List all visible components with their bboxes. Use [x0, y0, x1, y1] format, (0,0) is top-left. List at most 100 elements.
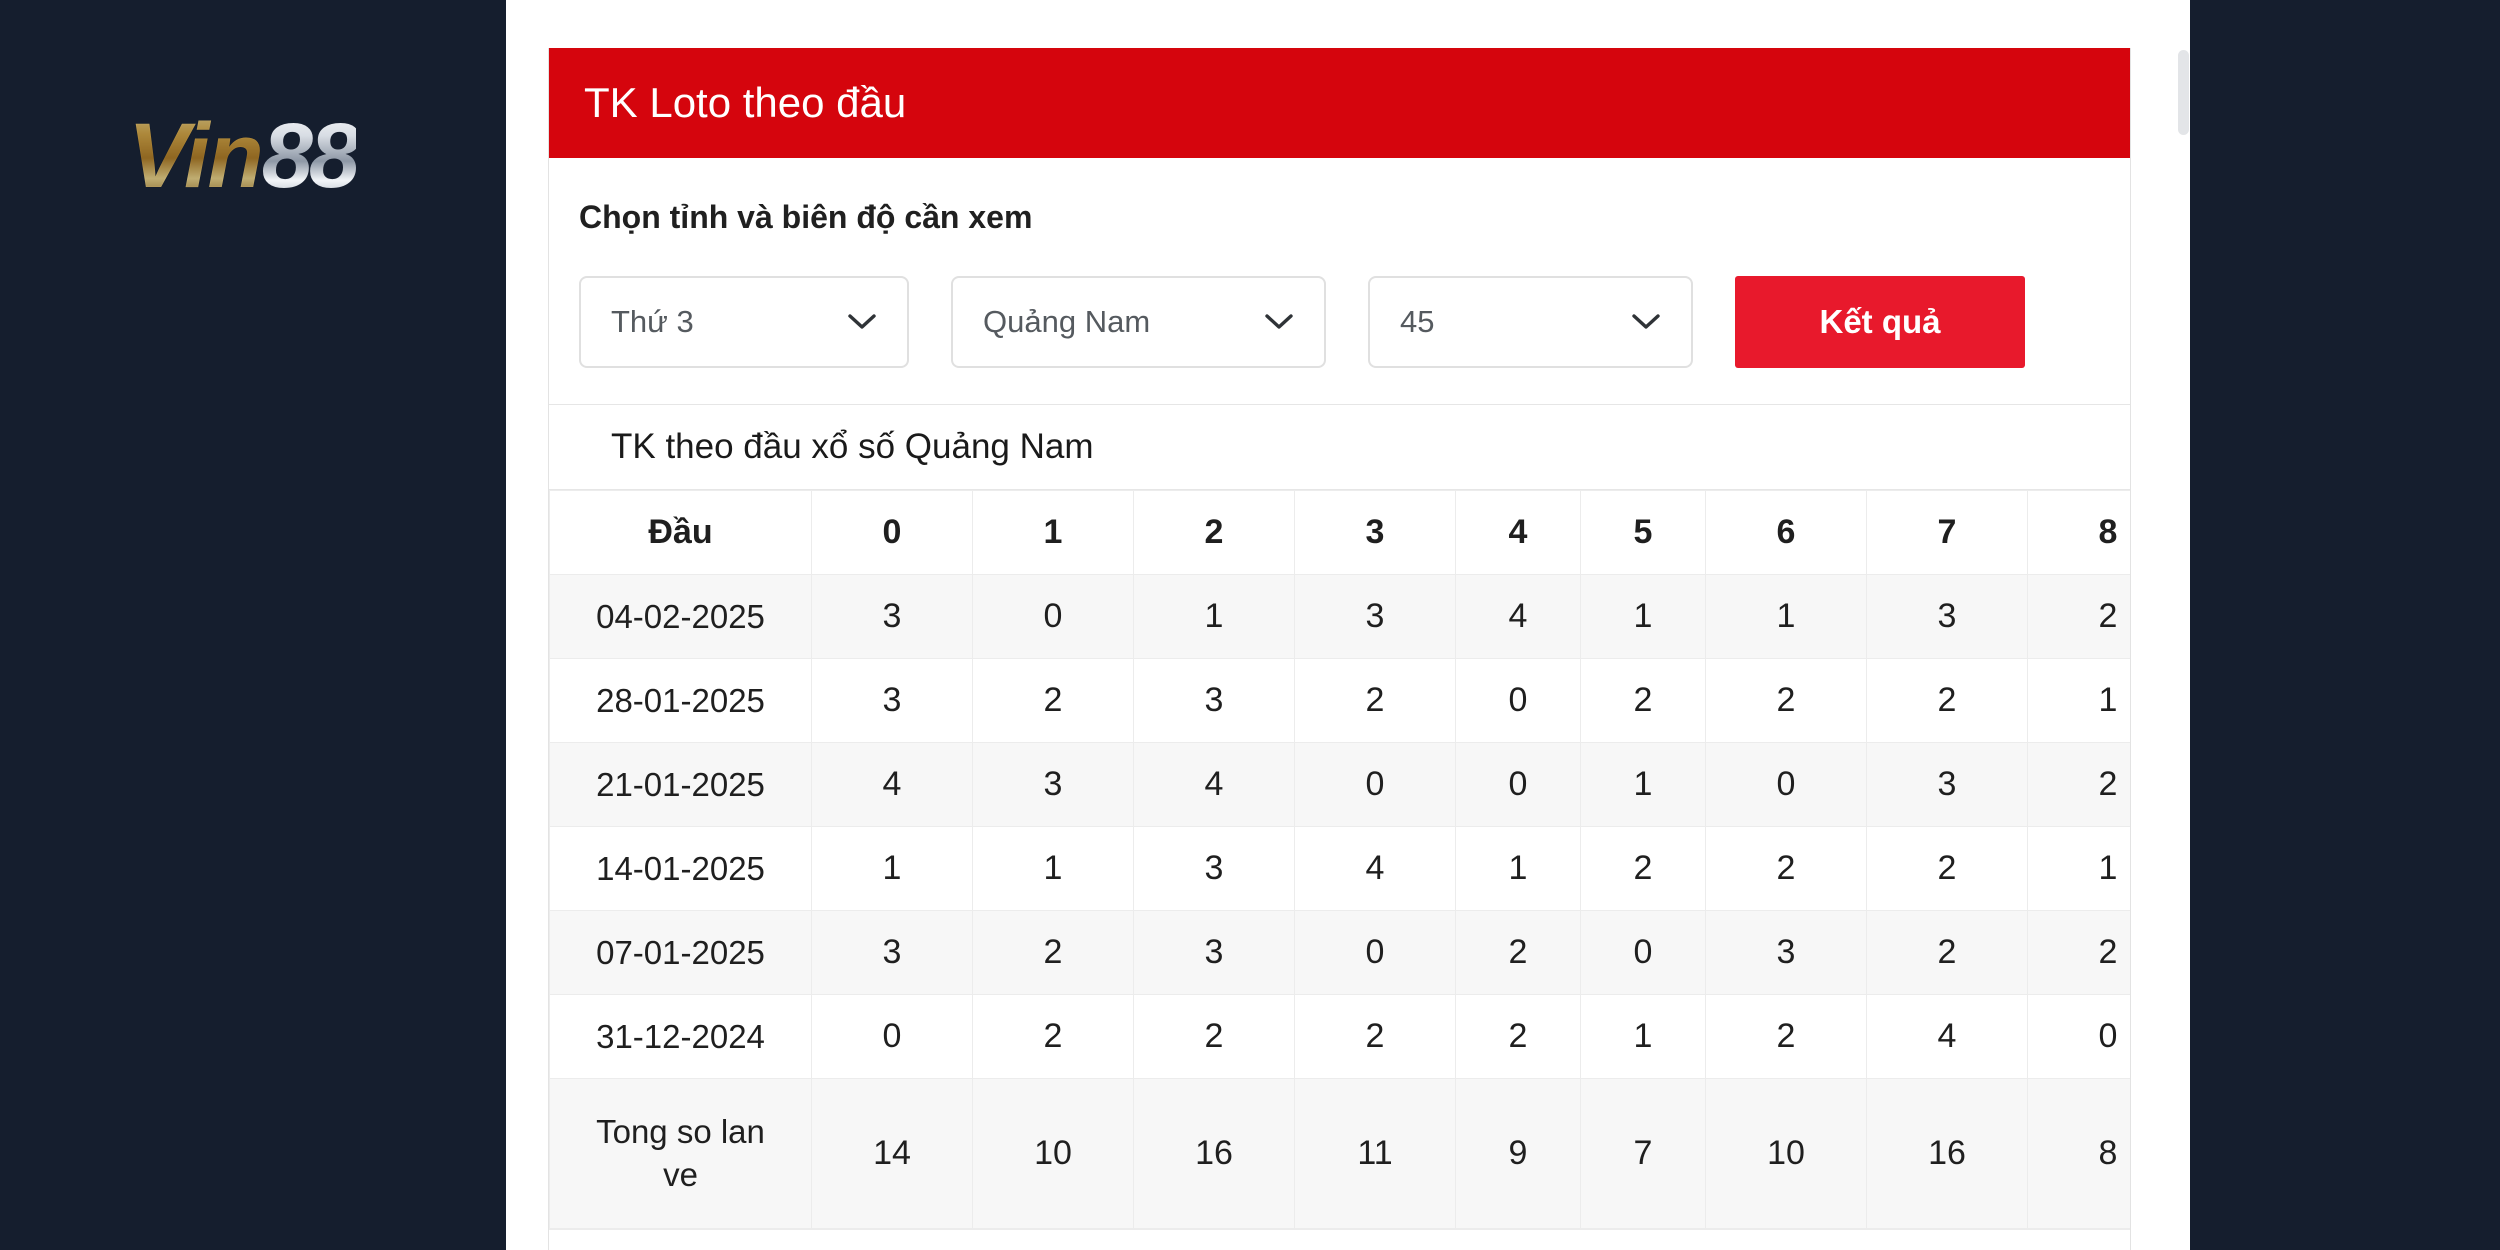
cell-2: 3 — [1133, 658, 1295, 744]
logo-text-vin: Vin — [128, 105, 264, 207]
cell-6: 3 — [1705, 910, 1867, 996]
result-button[interactable]: Kết quả — [1735, 276, 2025, 369]
cell-2: 1 — [1133, 574, 1295, 660]
cell-0: 3 — [811, 658, 973, 744]
cell-7: 2 — [1866, 658, 2028, 744]
row-date: 28-01-2025 — [549, 658, 812, 744]
cell-8: 0 — [2027, 994, 2130, 1080]
cell-4: 2 — [1455, 994, 1581, 1080]
column-header-dau: Đầu — [549, 490, 812, 576]
column-header-2: 2 — [1133, 490, 1295, 576]
tk-loto-card: TK Loto theo đầu Chọn tỉnh và biên độ cầ… — [548, 48, 2131, 1250]
page-scrollbar-track[interactable] — [2177, 0, 2191, 1250]
cell-0: 1 — [811, 826, 973, 912]
cell-5: 1 — [1580, 742, 1706, 828]
total-cell-4: 9 — [1455, 1078, 1581, 1230]
cell-4: 1 — [1455, 826, 1581, 912]
card-body: Chọn tỉnh và biên độ cần xem Thứ 3 Quảng… — [549, 158, 2130, 1250]
left-sidebar: Vin88 — [0, 0, 506, 1250]
cell-7: 3 — [1866, 742, 2028, 828]
card-header: TK Loto theo đầu — [549, 48, 2130, 158]
cell-8: 2 — [2027, 742, 2130, 828]
total-cell-7: 16 — [1866, 1078, 2028, 1230]
weekday-select[interactable]: Thứ 3 — [579, 276, 909, 369]
table-row: 04-02-2025 3 0 1 3 4 1 1 3 2 0 — [549, 574, 2130, 660]
cell-7: 2 — [1866, 826, 2028, 912]
column-header-5: 5 — [1580, 490, 1706, 576]
row-date: 04-02-2025 — [549, 574, 812, 660]
content-viewport: TK Loto theo đầu Chọn tỉnh và biên độ cầ… — [506, 0, 2177, 1250]
cell-6: 2 — [1705, 826, 1867, 912]
column-header-6: 6 — [1705, 490, 1867, 576]
cell-2: 3 — [1133, 826, 1295, 912]
page-scrollbar-thumb[interactable] — [2178, 50, 2189, 135]
total-cell-8: 8 — [2027, 1078, 2130, 1230]
cell-5: 1 — [1580, 994, 1706, 1080]
row-date: 07-01-2025 — [549, 910, 812, 996]
total-cell-0: 14 — [811, 1078, 973, 1230]
page-title: TK Loto theo đầu — [584, 79, 907, 126]
table-total-row: Tong so lan ve 14 10 16 11 9 7 10 16 8 7 — [549, 1078, 2130, 1230]
right-background — [2190, 0, 2500, 1250]
table-row: 21-01-2025 4 3 4 0 0 1 0 3 2 1 — [549, 742, 2130, 828]
cell-0: 3 — [811, 910, 973, 996]
cell-5: 1 — [1580, 574, 1706, 660]
table-row: 07-01-2025 3 2 3 0 2 0 3 2 2 1 — [549, 910, 2130, 996]
cell-2: 3 — [1133, 910, 1295, 996]
cell-5: 2 — [1580, 826, 1706, 912]
cell-1: 2 — [972, 658, 1134, 744]
site-logo[interactable]: Vin88 — [128, 110, 360, 202]
cell-8: 2 — [2027, 574, 2130, 660]
chevron-down-icon — [1264, 313, 1294, 331]
cell-4: 0 — [1455, 742, 1581, 828]
table-row: 28-01-2025 3 2 3 2 0 2 2 2 1 1 — [549, 658, 2130, 744]
cell-2: 4 — [1133, 742, 1295, 828]
table-body: 04-02-2025 3 0 1 3 4 1 1 3 2 0 — [549, 574, 2130, 1230]
cell-0: 4 — [811, 742, 973, 828]
total-row-label: Tong so lan ve — [549, 1078, 812, 1230]
row-date: 31-12-2024 — [549, 994, 812, 1080]
tk-dau-table: Đầu 0 1 2 3 4 5 6 7 8 9 — [549, 490, 2130, 1230]
range-select[interactable]: 45 — [1368, 276, 1693, 369]
cell-1: 2 — [972, 994, 1134, 1080]
table-header-row: Đầu 0 1 2 3 4 5 6 7 8 9 — [549, 490, 2130, 576]
weekday-select-value: Thứ 3 — [611, 304, 694, 340]
filter-row: Thứ 3 Quảng Nam 45 Kết quả — [549, 236, 2130, 404]
below-table-area — [549, 1229, 2130, 1250]
cell-4: 2 — [1455, 910, 1581, 996]
cell-7: 4 — [1866, 994, 2028, 1080]
table-scroll-area[interactable]: Đầu 0 1 2 3 4 5 6 7 8 9 — [549, 490, 2130, 1230]
total-cell-2: 16 — [1133, 1078, 1295, 1230]
province-select[interactable]: Quảng Nam — [951, 276, 1326, 369]
cell-5: 0 — [1580, 910, 1706, 996]
cell-3: 2 — [1294, 994, 1456, 1080]
table-row: 31-12-2024 0 2 2 2 2 1 2 4 0 3 — [549, 994, 2130, 1080]
cell-5: 2 — [1580, 658, 1706, 744]
province-select-value: Quảng Nam — [983, 304, 1151, 340]
range-select-value: 45 — [1400, 304, 1435, 340]
cell-1: 0 — [972, 574, 1134, 660]
cell-2: 2 — [1133, 994, 1295, 1080]
cell-4: 4 — [1455, 574, 1581, 660]
cell-8: 1 — [2027, 658, 2130, 744]
page-root: Vin88 TK Loto theo đầu Chọn tỉnh và biên… — [0, 0, 2500, 1250]
cell-8: 1 — [2027, 826, 2130, 912]
cell-7: 2 — [1866, 910, 2028, 996]
cell-1: 3 — [972, 742, 1134, 828]
cell-8: 2 — [2027, 910, 2130, 996]
cell-6: 1 — [1705, 574, 1867, 660]
cell-3: 3 — [1294, 574, 1456, 660]
filter-section-label: Chọn tỉnh và biên độ cần xem — [579, 199, 1033, 235]
cell-1: 2 — [972, 910, 1134, 996]
cell-1: 1 — [972, 826, 1134, 912]
chevron-down-icon — [847, 313, 877, 331]
chevron-down-icon — [1631, 313, 1661, 331]
cell-3: 2 — [1294, 658, 1456, 744]
column-header-4: 4 — [1455, 490, 1581, 576]
cell-3: 4 — [1294, 826, 1456, 912]
column-header-3: 3 — [1294, 490, 1456, 576]
total-cell-6: 10 — [1705, 1078, 1867, 1230]
table-subtitle: TK theo đầu xổ số Quảng Nam — [549, 404, 2130, 491]
cell-6: 0 — [1705, 742, 1867, 828]
column-header-0: 0 — [811, 490, 973, 576]
